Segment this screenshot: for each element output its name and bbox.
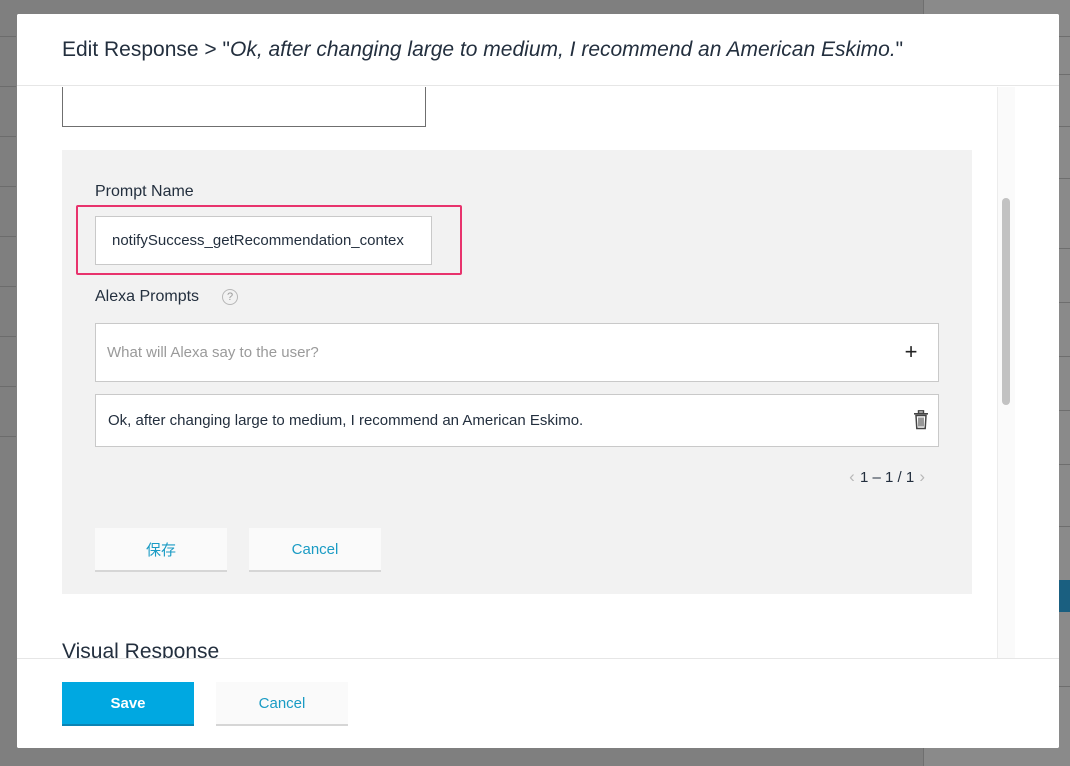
alexa-prompt-item: Ok, after changing large to medium, I re… xyxy=(95,394,939,447)
modal-title-prefix: Edit Response > " xyxy=(62,38,230,61)
background-divider xyxy=(0,86,16,87)
prompt-name-label: Prompt Name xyxy=(95,183,194,200)
prompt-pagination: ‹ 1 – 1 / 1 › xyxy=(846,467,928,487)
modal-header: Edit Response > "Ok, after changing larg… xyxy=(17,14,1059,86)
alexa-prompt-item-text: Ok, after changing large to medium, I re… xyxy=(108,412,584,429)
background-divider xyxy=(0,186,16,187)
background-divider xyxy=(0,336,16,337)
help-icon[interactable]: ? xyxy=(222,289,238,305)
background-divider xyxy=(0,386,16,387)
prompt-cancel-button[interactable]: Cancel xyxy=(249,528,381,572)
pagination-text: 1 – 1 / 1 xyxy=(860,468,915,486)
prompt-source-select[interactable] xyxy=(62,87,426,127)
visual-response-title: Visual Response xyxy=(62,640,220,658)
cancel-button[interactable]: Cancel xyxy=(216,682,348,726)
chevron-right-icon[interactable]: › xyxy=(916,467,928,487)
modal-title: Edit Response > "Ok, after changing larg… xyxy=(62,38,903,62)
background-divider xyxy=(0,236,16,237)
modal-title-suffix: " xyxy=(895,38,904,61)
plus-icon[interactable]: + xyxy=(900,340,922,364)
alexa-prompts-label: Alexa Prompts xyxy=(95,288,200,305)
background-divider xyxy=(0,436,16,437)
background-divider xyxy=(0,136,16,137)
background-divider xyxy=(0,286,16,287)
scrollbar-thumb[interactable] xyxy=(1002,198,1010,405)
alexa-prompt-input[interactable] xyxy=(95,323,939,382)
modal-title-quote: Ok, after changing large to medium, I re… xyxy=(229,38,896,61)
background-divider xyxy=(0,36,16,37)
edit-response-modal: Edit Response > "Ok, after changing larg… xyxy=(17,14,1059,748)
save-button[interactable]: Save xyxy=(62,682,194,726)
background-blue-tab xyxy=(1058,580,1070,612)
prompt-save-button[interactable]: 保存 xyxy=(95,528,227,572)
modal-footer: Save Cancel xyxy=(17,658,1059,748)
prompt-editor-card: Prompt Name Alexa Prompts ? + Ok, after … xyxy=(62,150,972,594)
trash-icon[interactable] xyxy=(913,410,929,430)
prompt-name-input[interactable] xyxy=(95,216,432,265)
chevron-left-icon[interactable]: ‹ xyxy=(846,467,858,487)
modal-body: Prompt Name Alexa Prompts ? + Ok, after … xyxy=(17,87,1059,658)
